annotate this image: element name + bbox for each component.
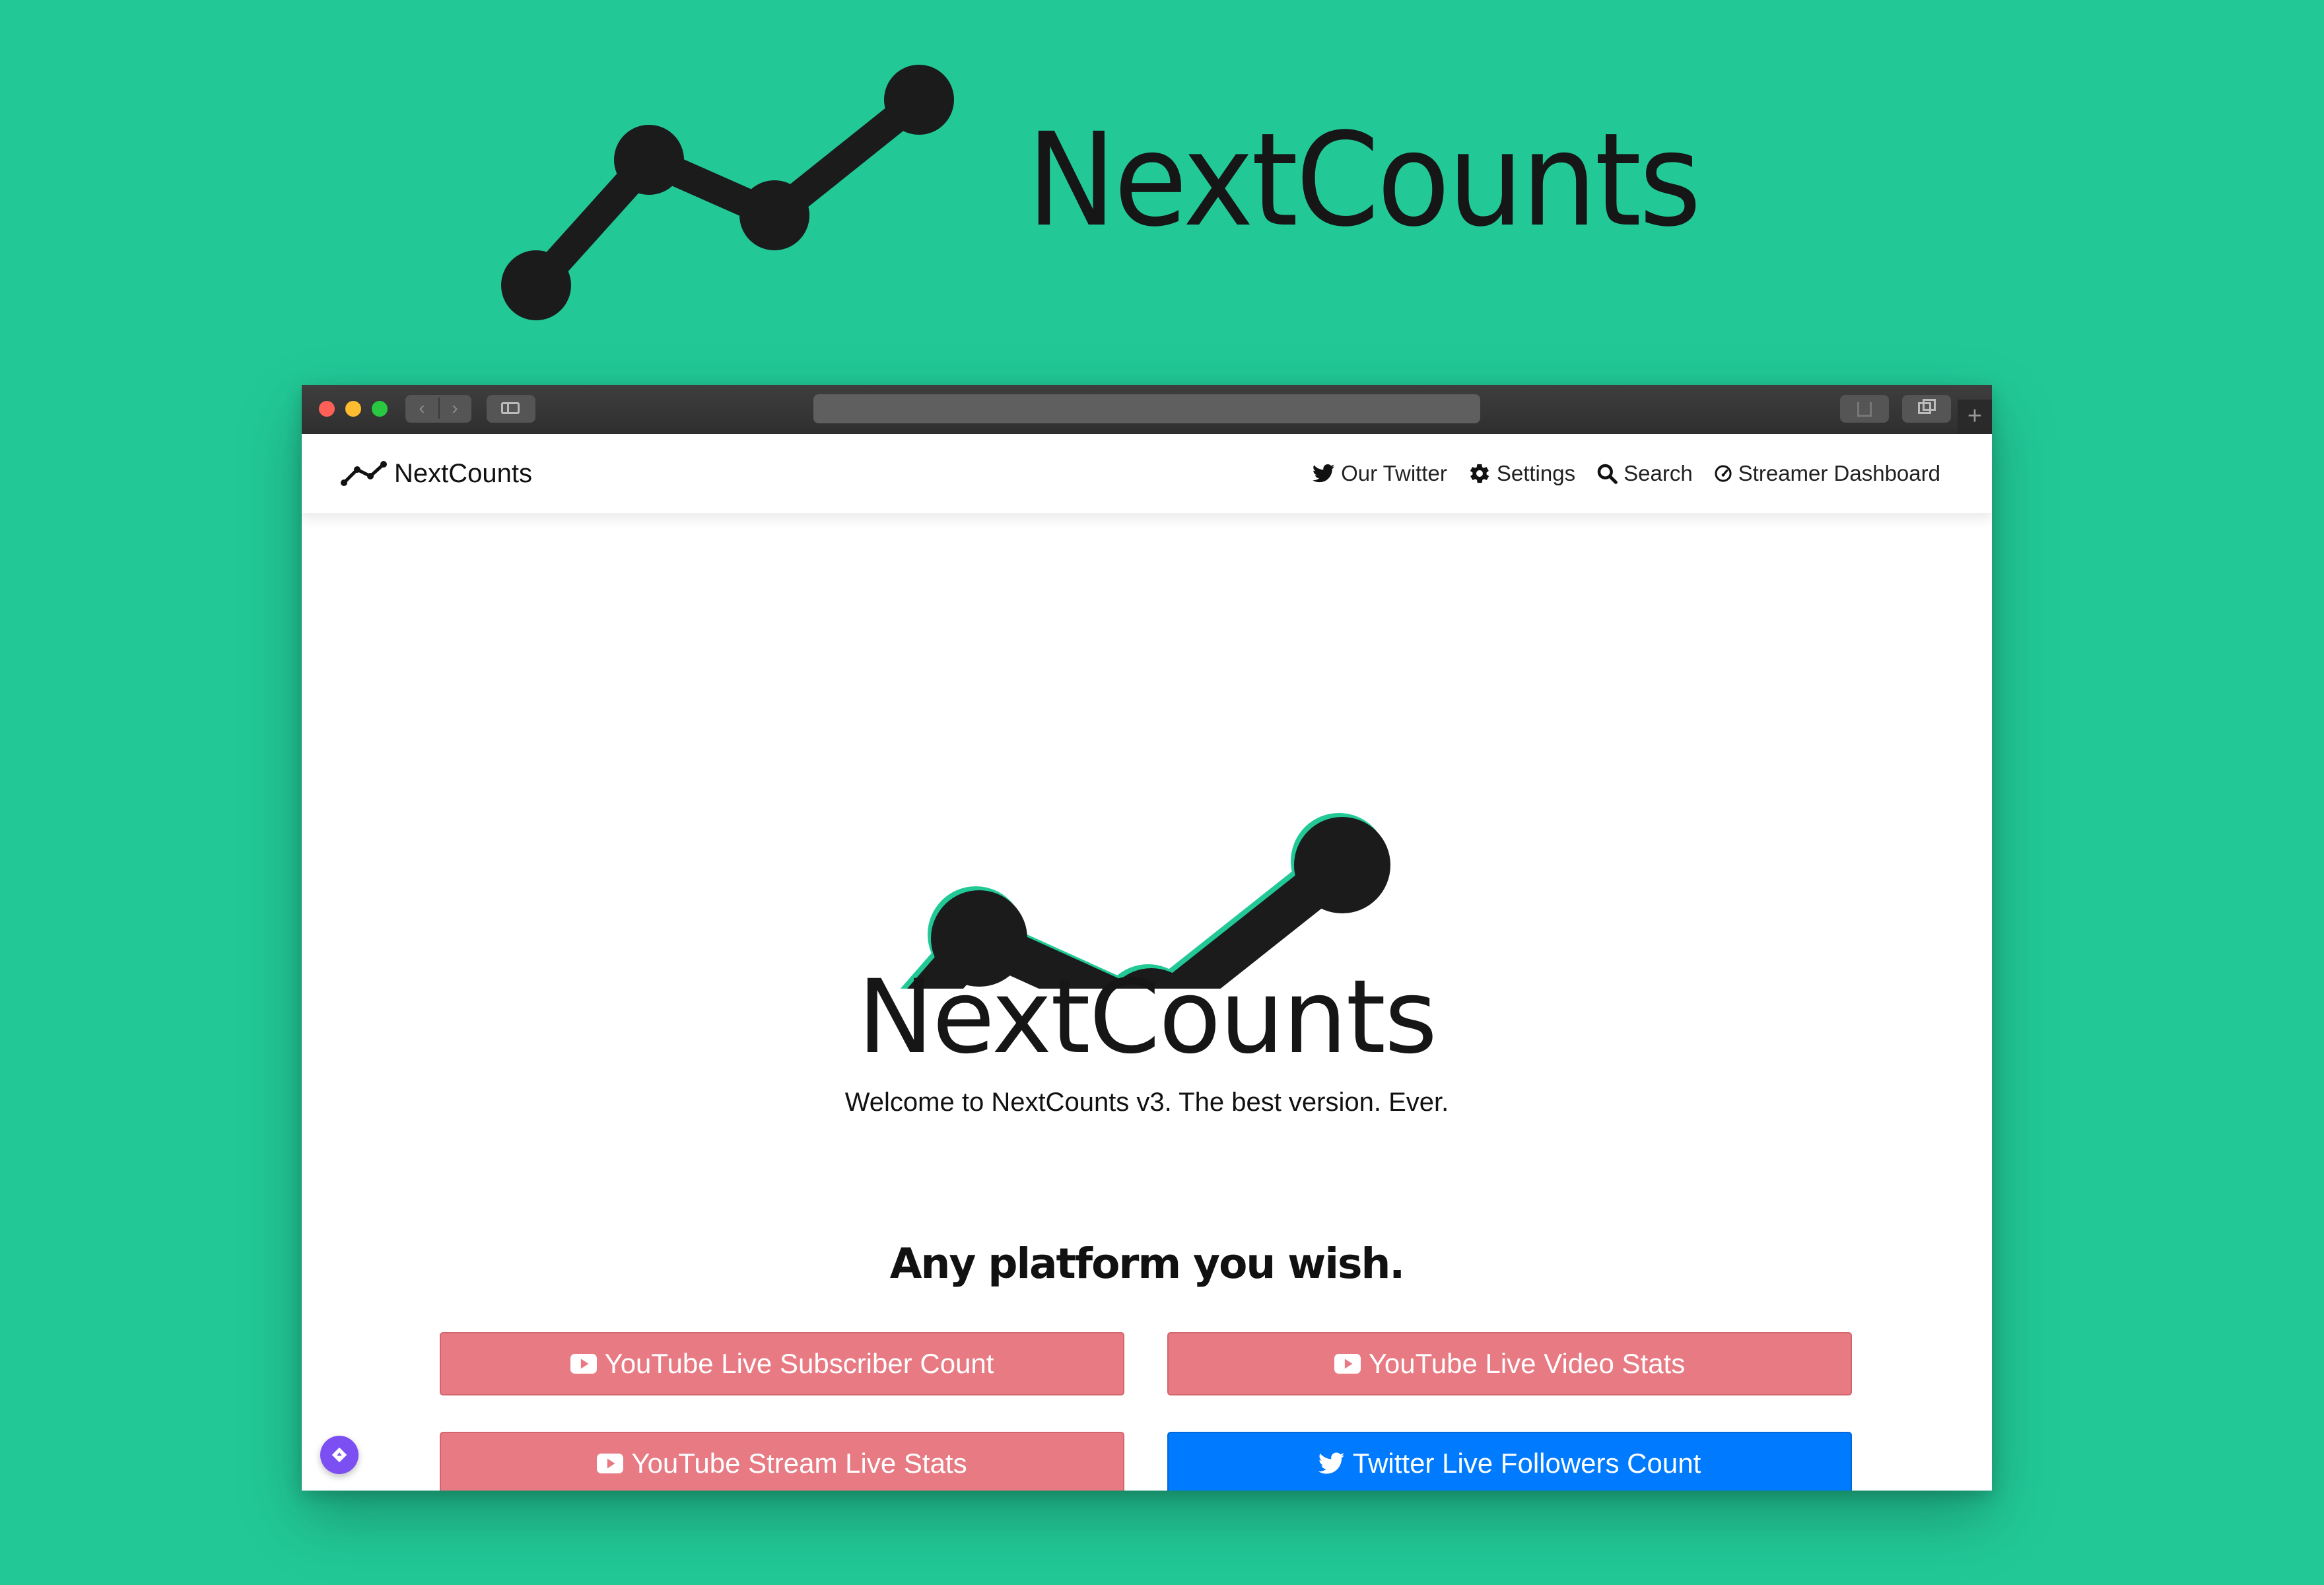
site-navbar: NextCounts Our Twitter Settings Search S… xyxy=(302,434,1992,513)
youtube-stream-live-stats-button[interactable]: YouTube Stream Live Stats xyxy=(440,1432,1124,1491)
brand-name: NextCounts xyxy=(394,458,532,488)
twitter-icon xyxy=(1313,464,1335,483)
address-bar[interactable] xyxy=(813,394,1480,423)
share-button[interactable] xyxy=(1840,395,1889,423)
gear-icon xyxy=(1470,464,1489,483)
dashboard-icon xyxy=(1715,465,1732,482)
nav-link-search[interactable]: Search xyxy=(1596,461,1693,486)
back-icon[interactable]: ‹ xyxy=(405,398,440,419)
browser-window: ‹ › + NextCounts Our Twitter Settings Se… xyxy=(302,385,1992,1491)
browser-titlebar: ‹ › + xyxy=(302,385,1992,434)
youtube-live-subscriber-count-button[interactable]: YouTube Live Subscriber Count xyxy=(440,1332,1124,1395)
button-label: YouTube Live Video Stats xyxy=(1368,1348,1686,1379)
button-label: YouTube Stream Live Stats xyxy=(631,1448,967,1479)
forward-icon[interactable]: › xyxy=(438,398,471,419)
hero-title: NextCounts xyxy=(1027,105,1701,255)
youtube-icon xyxy=(1334,1354,1361,1374)
history-nav: ‹ › xyxy=(405,395,471,423)
nav-link-label: Settings xyxy=(1496,461,1576,485)
youtube-icon xyxy=(597,1454,624,1473)
main-logo-icon xyxy=(900,813,1390,989)
tabs-icon xyxy=(1918,399,1936,414)
search-icon xyxy=(1597,464,1618,484)
new-tab-icon: + xyxy=(1967,402,1983,430)
close-window-button[interactable] xyxy=(319,401,335,417)
floating-widget-button[interactable] xyxy=(320,1436,359,1474)
brand-logo-icon xyxy=(341,461,387,486)
minimize-window-button[interactable] xyxy=(345,401,361,417)
share-icon xyxy=(1857,402,1872,417)
button-label: YouTube Live Subscriber Count xyxy=(604,1348,994,1379)
nav-links: Our Twitter Settings Search Streamer Das… xyxy=(1291,455,1940,492)
hero-logo-icon xyxy=(501,65,954,320)
nav-link-settings[interactable]: Settings xyxy=(1468,461,1575,486)
navbar-brand[interactable]: NextCounts xyxy=(340,456,532,491)
main-title: NextCounts xyxy=(857,958,1437,1076)
sidebar-icon xyxy=(501,402,520,414)
button-label: Twitter Live Followers Count xyxy=(1352,1448,1701,1479)
web-page: NextCounts Our Twitter Settings Search S… xyxy=(302,434,1992,1491)
youtube-icon xyxy=(570,1354,597,1374)
section-heading: Any platform you wish. xyxy=(889,1240,1405,1288)
nav-link-label: Our Twitter xyxy=(1341,461,1447,485)
nav-link-label: Search xyxy=(1623,461,1693,485)
show-tabs-button[interactable] xyxy=(1902,395,1951,423)
nav-link-streamer-dashboard[interactable]: Streamer Dashboard xyxy=(1714,461,1940,486)
youtube-live-video-stats-button[interactable]: YouTube Live Video Stats xyxy=(1167,1332,1852,1395)
maximize-window-button[interactable] xyxy=(372,401,388,417)
nav-link-label: Streamer Dashboard xyxy=(1738,461,1940,485)
sidebar-toggle-button[interactable] xyxy=(487,395,535,423)
diamond-arrow-icon xyxy=(331,1447,347,1463)
twitter-live-followers-count-button[interactable]: Twitter Live Followers Count xyxy=(1167,1432,1852,1491)
main-subtitle: Welcome to NextCounts v3. The best versi… xyxy=(844,1088,1449,1117)
nav-link-our-twitter[interactable]: Our Twitter xyxy=(1313,461,1447,486)
twitter-icon xyxy=(1318,1452,1345,1474)
new-tab-button[interactable]: + xyxy=(1958,400,1992,434)
